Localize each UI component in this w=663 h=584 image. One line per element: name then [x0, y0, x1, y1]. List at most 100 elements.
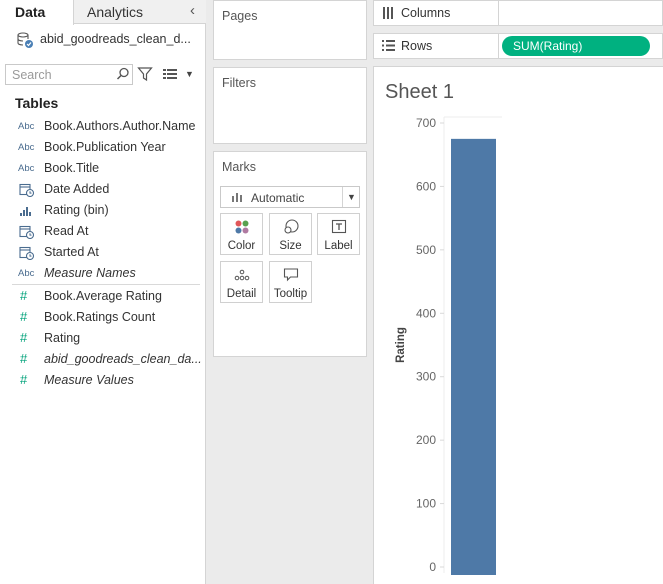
search-icon[interactable] — [116, 67, 130, 81]
datasource-name: abid_goodreads_clean_d... — [40, 32, 191, 46]
field-item[interactable]: Read At — [0, 221, 206, 242]
pane-tabs: Data Analytics ‹ — [0, 0, 206, 25]
field-label: Book.Title — [44, 161, 100, 175]
bar — [451, 138, 496, 575]
y-tick-label: 100 — [416, 497, 436, 511]
measure-icon: # — [20, 288, 28, 303]
chevron-down-icon[interactable]: ▼ — [342, 187, 360, 207]
rows-icon — [382, 40, 395, 51]
color-icon — [235, 220, 249, 234]
bar-chart: 0 100 200 300 400 500 600 700 Rating — [395, 116, 502, 575]
view-list-icon[interactable] — [163, 68, 179, 80]
size-icon — [284, 219, 299, 234]
columns-label-area: Columns — [374, 1, 499, 25]
bar-chart-icon — [232, 193, 242, 202]
field-list: Abc Book.Authors.Author.Name Abc Book.Pu… — [0, 116, 206, 391]
mark-type-dropdown[interactable]: Automatic ▼ — [220, 186, 360, 208]
abc-icon: Abc — [18, 163, 35, 174]
label-icon — [331, 219, 347, 234]
field-item[interactable]: # Book.Average Rating — [0, 286, 206, 307]
detail-label: Detail — [226, 288, 257, 300]
tab-data[interactable]: Data — [0, 0, 74, 25]
field-label: Rating (bin) — [44, 203, 109, 217]
pages-card[interactable]: Pages — [213, 0, 367, 60]
field-label: Measure Names — [44, 266, 136, 280]
date-time-icon — [19, 246, 35, 260]
field-item[interactable]: Abc Book.Publication Year — [0, 137, 206, 158]
data-pane: Data Analytics ‹ abid_goodreads_clean_d.… — [0, 0, 206, 584]
columns-shelf[interactable]: Columns — [373, 0, 663, 26]
size-label: Size — [279, 240, 302, 252]
search-input[interactable] — [6, 65, 114, 84]
filters-title: Filters — [222, 76, 257, 90]
marks-title: Marks — [222, 160, 257, 174]
y-tick-label: 0 — [429, 560, 436, 574]
size-button[interactable]: Size — [269, 213, 312, 255]
date-time-icon — [19, 183, 35, 197]
filter-icon[interactable] — [137, 66, 153, 82]
field-item[interactable]: # Rating — [0, 328, 206, 349]
columns-label: Columns — [401, 6, 451, 20]
chevron-down-icon[interactable]: ▼ — [185, 69, 194, 79]
field-label: Read At — [44, 224, 89, 238]
y-tick-label: 500 — [416, 243, 436, 257]
field-label: Started At — [44, 245, 99, 259]
abc-icon: Abc — [18, 142, 35, 153]
rows-label: Rows — [401, 39, 433, 53]
field-item[interactable]: Abc Measure Names — [0, 263, 206, 284]
field-item[interactable]: # Book.Ratings Count — [0, 307, 206, 328]
sheet-view: Sheet 1 0 100 200 300 400 500 600 700 Rating — [373, 66, 663, 584]
field-label: Book.Authors.Author.Name — [44, 119, 196, 133]
field-item[interactable]: Started At — [0, 242, 206, 263]
field-item[interactable]: # Measure Values — [0, 370, 206, 391]
field-label: Book.Average Rating — [44, 289, 162, 303]
datasource-icon — [17, 32, 33, 48]
measure-icon: # — [20, 351, 28, 366]
filters-card[interactable]: Filters — [213, 67, 367, 144]
datasource-item[interactable]: abid_goodreads_clean_d... — [16, 30, 204, 50]
field-label: Rating — [44, 331, 81, 345]
label-button[interactable]: Label — [317, 213, 360, 255]
measure-icon: # — [20, 330, 28, 345]
y-tick-label: 700 — [416, 116, 436, 130]
field-separator — [12, 284, 200, 285]
y-axis-title: Rating — [395, 327, 407, 363]
date-time-icon — [19, 225, 35, 239]
bin-icon — [20, 207, 31, 216]
y-tick-label: 600 — [416, 179, 436, 193]
field-label: Date Added — [44, 182, 110, 196]
detail-icon — [234, 269, 250, 281]
field-item[interactable]: Date Added — [0, 179, 206, 200]
y-tick-label: 200 — [416, 433, 436, 447]
field-item[interactable]: Abc Book.Title — [0, 158, 206, 179]
collapse-pane-icon[interactable]: ‹ — [190, 2, 195, 19]
tooltip-icon — [283, 268, 299, 282]
tab-analytics[interactable]: Analytics — [87, 4, 143, 20]
abc-icon: Abc — [18, 121, 35, 132]
field-label: Book.Publication Year — [44, 140, 166, 154]
field-label: Measure Values — [44, 373, 134, 387]
y-tick-label: 400 — [416, 306, 436, 320]
search-box — [5, 64, 133, 85]
rows-label-area: Rows — [374, 34, 499, 58]
color-button[interactable]: Color — [220, 213, 263, 255]
sum-rating-pill[interactable]: SUM(Rating) — [502, 36, 650, 56]
tooltip-button[interactable]: Tooltip — [269, 261, 312, 303]
marks-card: Marks Automatic ▼ Color Size Label Detai… — [213, 151, 367, 357]
rows-shelf[interactable]: Rows SUM(Rating) — [373, 33, 663, 59]
field-item[interactable]: Abc Book.Authors.Author.Name — [0, 116, 206, 137]
tooltip-label: Tooltip — [273, 288, 308, 300]
field-item[interactable]: Rating (bin) — [0, 200, 206, 221]
color-label: Color — [227, 240, 256, 252]
tables-heading: Tables — [15, 95, 59, 111]
field-label: abid_goodreads_clean_da... — [44, 352, 202, 366]
y-tick-label: 300 — [416, 370, 436, 384]
detail-button[interactable]: Detail — [220, 261, 263, 303]
pages-title: Pages — [222, 9, 258, 23]
measure-icon: # — [20, 372, 28, 387]
measure-icon: # — [20, 309, 28, 324]
abc-icon: Abc — [18, 268, 35, 279]
label-label: Label — [324, 240, 353, 252]
field-item[interactable]: # abid_goodreads_clean_da... — [0, 349, 206, 370]
columns-icon — [383, 7, 393, 19]
